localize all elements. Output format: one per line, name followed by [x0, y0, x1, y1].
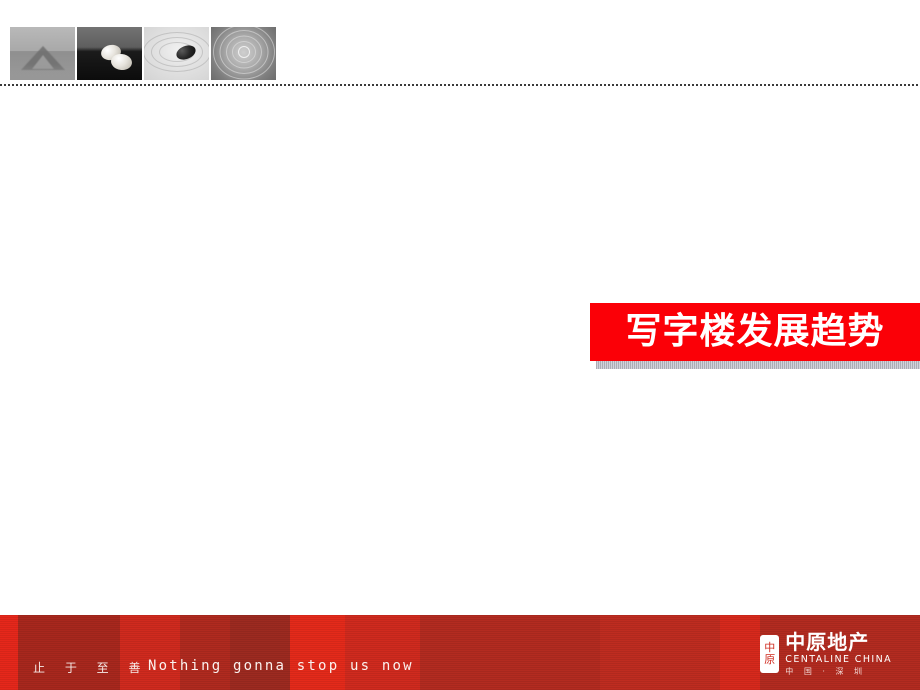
logo-name-english: CENTALINE CHINA [785, 654, 892, 665]
footer-slogan-chinese: 止 于 至 善 [33, 661, 149, 675]
presentation-slide: 写字楼发展趋势 止 于 至 善 Nothing gonna stop us no… [0, 0, 920, 690]
company-logo: 中 原 中原地产 CENTALINE CHINA 中 国 · 深 圳 [760, 632, 892, 676]
thumbnail-dark-pebble-photo [144, 27, 209, 80]
thumbnail-grey-mountain-photo [10, 27, 75, 80]
stone-shape-lower [109, 52, 134, 72]
logo-region-label: 中 国 · 深 圳 [785, 666, 866, 676]
seal-glyph-top: 中 [764, 641, 776, 655]
slide-footer-bar: 止 于 至 善 Nothing gonna stop us now 中 原 中原… [0, 615, 920, 690]
mountain-haze-overlay [10, 64, 75, 80]
slide-title-banner: 写字楼发展趋势 [590, 303, 920, 361]
water-ring-1 [237, 46, 250, 59]
slide-title-text: 写字楼发展趋势 [625, 311, 885, 352]
thumbnail-white-stones-photo [77, 27, 142, 80]
logo-wordmark: 中原地产 CENTALINE CHINA 中 国 · 深 圳 [785, 632, 892, 676]
logo-name-chinese: 中原地产 [785, 630, 870, 654]
header-dotted-divider [0, 84, 920, 86]
slide-title-shadow [596, 361, 920, 369]
header-thumbnail-strip [10, 27, 276, 80]
thumbnail-water-rings-photo [211, 27, 276, 80]
seal-glyph-bottom: 原 [764, 653, 776, 667]
centaline-seal-icon: 中 原 [760, 634, 780, 673]
footer-slogan-english: Nothing gonna stop us now [148, 658, 414, 674]
